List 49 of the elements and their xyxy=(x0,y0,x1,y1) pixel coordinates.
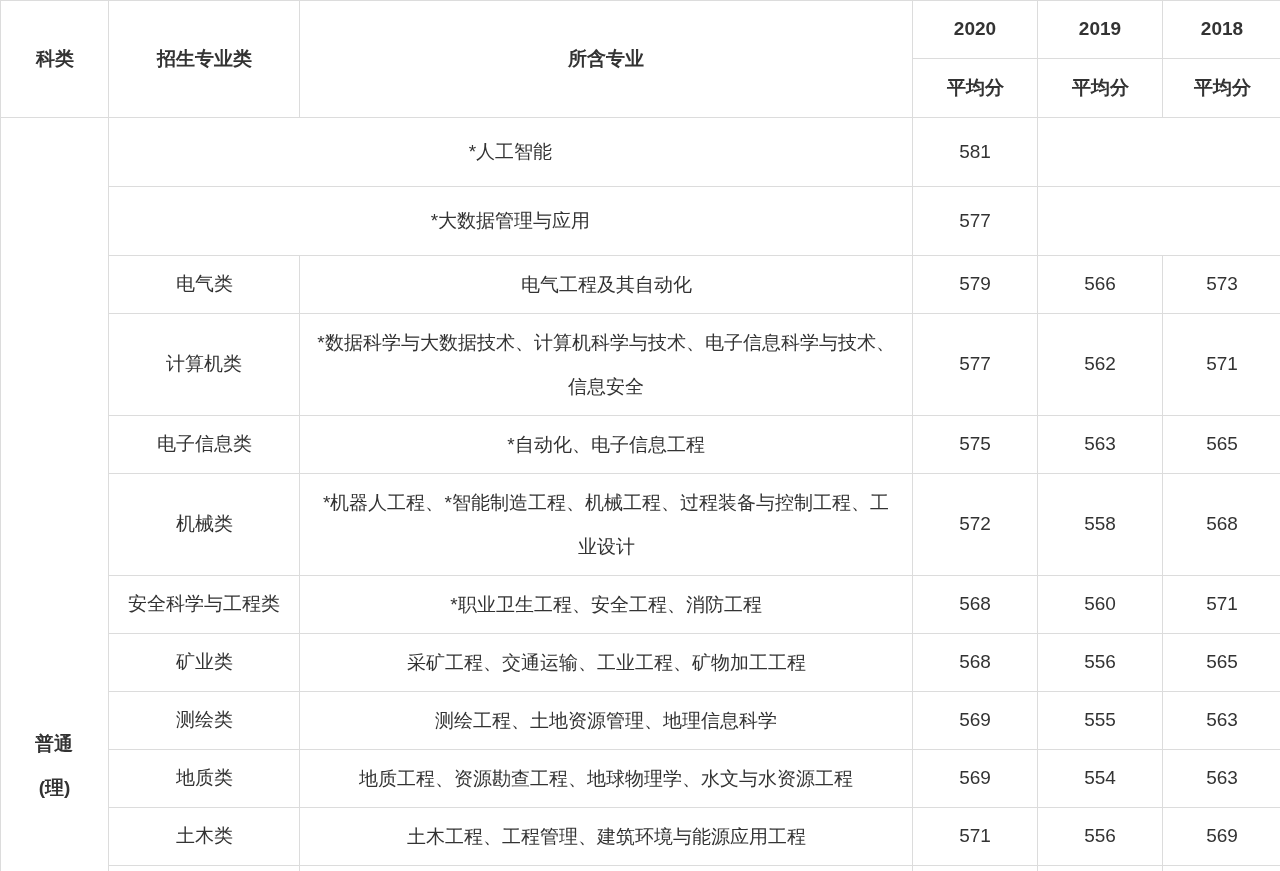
table-cell: 572 xyxy=(912,473,1038,576)
table-cell: 556 xyxy=(1037,807,1163,866)
table-cell: 矿业类 xyxy=(108,633,300,692)
table-cell: 575 xyxy=(912,415,1038,474)
year-header: 2018 xyxy=(1162,0,1280,59)
score-header: 平均分 xyxy=(1037,58,1163,118)
table-cell: 测绘类 xyxy=(108,691,300,750)
table-cell: *数据科学与大数据技术、计算机科学与技术、电子信息科学与技术、信息安全 xyxy=(299,313,913,416)
table-cell: 555 xyxy=(1037,691,1163,750)
table-cell: *自动化、电子信息工程 xyxy=(299,415,913,474)
table-cell: 558 xyxy=(1037,473,1163,576)
table-cell: 569 xyxy=(912,749,1038,808)
table-cell: 采矿工程、交通运输、工业工程、矿物加工工程 xyxy=(299,633,913,692)
column-header: 科类 xyxy=(0,0,109,118)
table-cell: 571 xyxy=(912,807,1038,866)
table-cell: 电气类 xyxy=(108,255,300,314)
table-cell: 土木类 xyxy=(108,807,300,866)
table-cell: 579 xyxy=(912,255,1038,314)
year-header: 2020 xyxy=(912,0,1038,59)
table-cell: 577 xyxy=(912,186,1038,256)
table-cell: *机器人工程、*智能制造工程、机械工程、过程装备与控制工程、工业设计 xyxy=(299,473,913,576)
table-cell: 569 xyxy=(912,691,1038,750)
table-cell: 563 xyxy=(1037,415,1163,474)
table-cell: *职业卫生工程、安全工程、消防工程 xyxy=(299,575,913,634)
column-header: 招生专业类 xyxy=(108,0,300,118)
table-cell: 560 xyxy=(1037,575,1163,634)
score-header: 平均分 xyxy=(912,58,1038,118)
table-cell: 土木工程、工程管理、建筑环境与能源应用工程 xyxy=(299,807,913,866)
table-cell: 测绘工程、土地资源管理、地理信息科学 xyxy=(299,691,913,750)
table-cell: 计算机类 xyxy=(108,313,300,416)
table-cell: 地质工程、资源勘查工程、地球物理学、水文与水资源工程 xyxy=(299,749,913,808)
table-cell: 568 xyxy=(912,633,1038,692)
column-header: 所含专业 xyxy=(299,0,913,118)
table-cell: *人工智能 xyxy=(108,117,913,187)
table-cell: 581 xyxy=(912,117,1038,187)
table-cell: *大数据管理与应用 xyxy=(108,186,913,256)
group-label: 普通(理) xyxy=(34,732,75,800)
table-cell: 577 xyxy=(912,313,1038,416)
table-cell: 地质类 xyxy=(108,749,300,808)
year-header: 2019 xyxy=(1037,0,1163,59)
table-cell: 568 xyxy=(912,575,1038,634)
table-cell: 556 xyxy=(1037,633,1163,692)
table-cell: 机械类 xyxy=(108,473,300,576)
table-cell: 562 xyxy=(1037,313,1163,416)
table-cell: 电气工程及其自动化 xyxy=(299,255,913,314)
table-cell: 安全科学与工程类 xyxy=(108,575,300,634)
table-cell: 电子信息类 xyxy=(108,415,300,474)
table-cell: 554 xyxy=(1037,749,1163,808)
table-cell: 566 xyxy=(1037,255,1163,314)
